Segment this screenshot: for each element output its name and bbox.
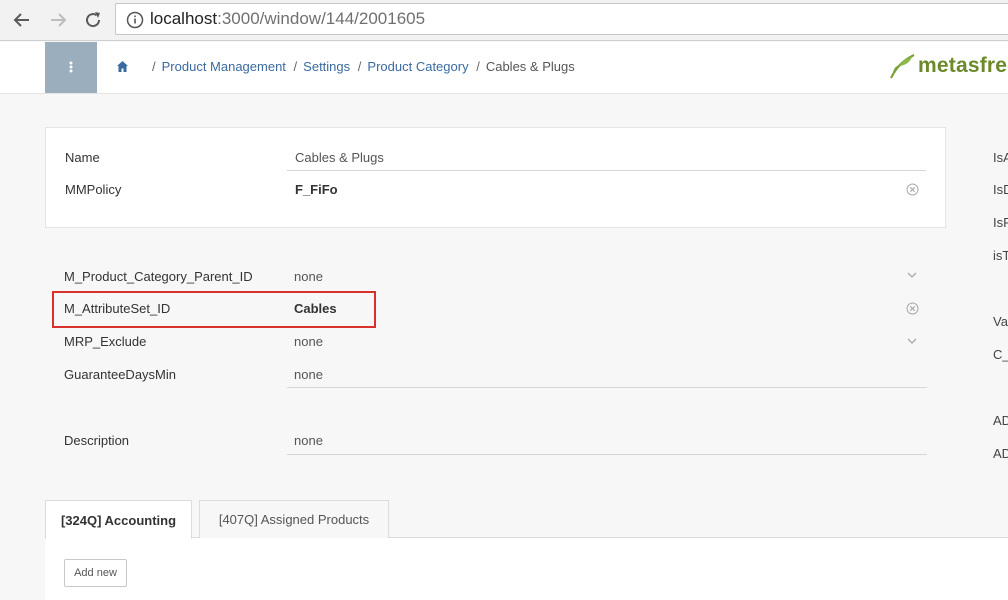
chevron-down-icon[interactable] — [906, 337, 918, 345]
tab-assigned-products[interactable]: [407Q] Assigned Products — [199, 500, 389, 538]
reload-icon — [86, 12, 101, 28]
url-host: localhost — [150, 9, 218, 28]
address-bar[interactable]: localhost:3000/window/144/2001605 — [115, 3, 1008, 35]
logo-text: metasfre — [918, 54, 1008, 77]
parent-category-label: M_Product_Category_Parent_ID — [64, 269, 253, 284]
breadcrumb-product-management[interactable]: Product Management — [162, 59, 286, 74]
mmpolicy-field[interactable]: F_FiFo — [295, 182, 338, 197]
right-label: AD — [993, 446, 1008, 461]
clear-circle-x-icon[interactable] — [906, 302, 919, 315]
tab-content — [45, 538, 1008, 600]
main-fields-panel — [45, 127, 946, 228]
reload-button[interactable] — [80, 7, 106, 33]
guarantee-days-field[interactable]: none — [294, 367, 323, 382]
add-new-button[interactable]: Add new — [64, 559, 127, 587]
right-label: AD — [993, 413, 1008, 428]
tab-accounting[interactable]: [324Q] Accounting — [45, 500, 192, 539]
mmpolicy-label: MMPolicy — [65, 182, 122, 197]
name-label: Name — [65, 150, 100, 165]
clear-circle-x-icon[interactable] — [906, 183, 919, 196]
breadcrumb-current: Cables & Plugs — [485, 59, 575, 74]
browser-toolbar: localhost:3000/window/144/2001605 — [0, 0, 1008, 41]
guarantee-days-underline — [287, 387, 927, 388]
highlight-box — [52, 291, 376, 328]
breadcrumb-separator: / — [476, 59, 480, 74]
forward-arrow-icon — [51, 13, 67, 27]
description-field[interactable]: none — [294, 433, 323, 448]
breadcrumb-product-category[interactable]: Product Category — [367, 59, 468, 74]
right-label: C_ — [993, 347, 1008, 362]
description-underline — [287, 454, 927, 455]
right-label: Va — [993, 314, 1008, 329]
back-button[interactable] — [9, 7, 35, 33]
description-label: Description — [64, 433, 130, 448]
guarantee-days-label: GuaranteeDaysMin — [64, 367, 176, 382]
right-label: IsA — [993, 150, 1008, 165]
menu-button[interactable] — [45, 42, 97, 93]
chevron-down-icon[interactable] — [906, 271, 918, 279]
url-path: :3000/window/144/2001605 — [217, 9, 426, 28]
name-field[interactable]: Cables & Plugs — [295, 150, 384, 165]
leaf-logo-icon — [890, 54, 915, 79]
breadcrumb-separator: / — [357, 59, 362, 74]
name-field-underline — [287, 170, 926, 171]
mrp-exclude-field[interactable]: none — [294, 334, 323, 349]
home-icon[interactable] — [116, 60, 129, 73]
breadcrumb-separator: / — [152, 59, 156, 74]
url-text: localhost:3000/window/144/2001605 — [150, 9, 425, 29]
metasfresh-logo: metasfre — [888, 52, 1007, 80]
mrp-exclude-label: MRP_Exclude — [64, 334, 147, 349]
right-label: IsF — [993, 215, 1008, 230]
parent-category-field[interactable]: none — [294, 269, 323, 284]
vertical-dots-icon — [69, 61, 73, 72]
back-arrow-icon — [13, 13, 29, 27]
right-label: isT — [993, 248, 1008, 263]
breadcrumb-separator: / — [293, 59, 298, 74]
app-header: / Product Management / Settings / Product C… — [0, 42, 1008, 94]
info-icon[interactable] — [126, 11, 144, 29]
forward-button[interactable] — [45, 7, 71, 33]
breadcrumb: / Product Management / Settings / Product C… — [148, 59, 575, 74]
right-label: IsD — [993, 182, 1008, 197]
breadcrumb-settings[interactable]: Settings — [303, 59, 350, 74]
